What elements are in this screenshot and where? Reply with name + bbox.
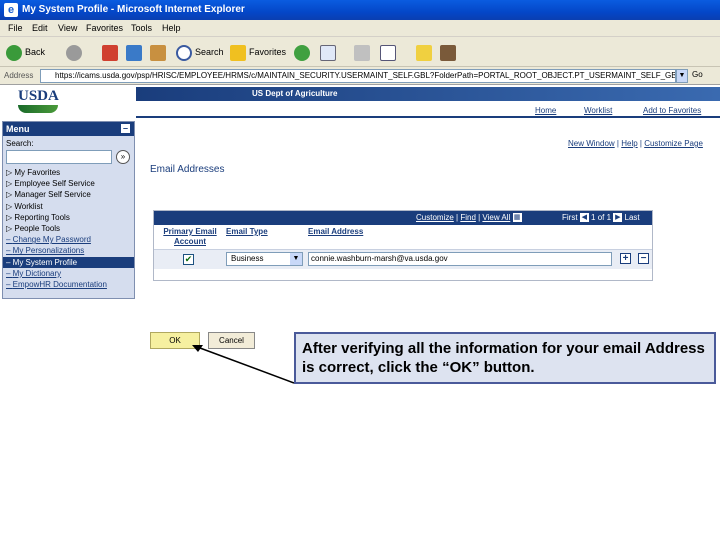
instruction-callout: After verifying all the information for …	[294, 332, 716, 384]
callout-pointer	[192, 345, 295, 384]
pointer-line	[199, 347, 295, 384]
